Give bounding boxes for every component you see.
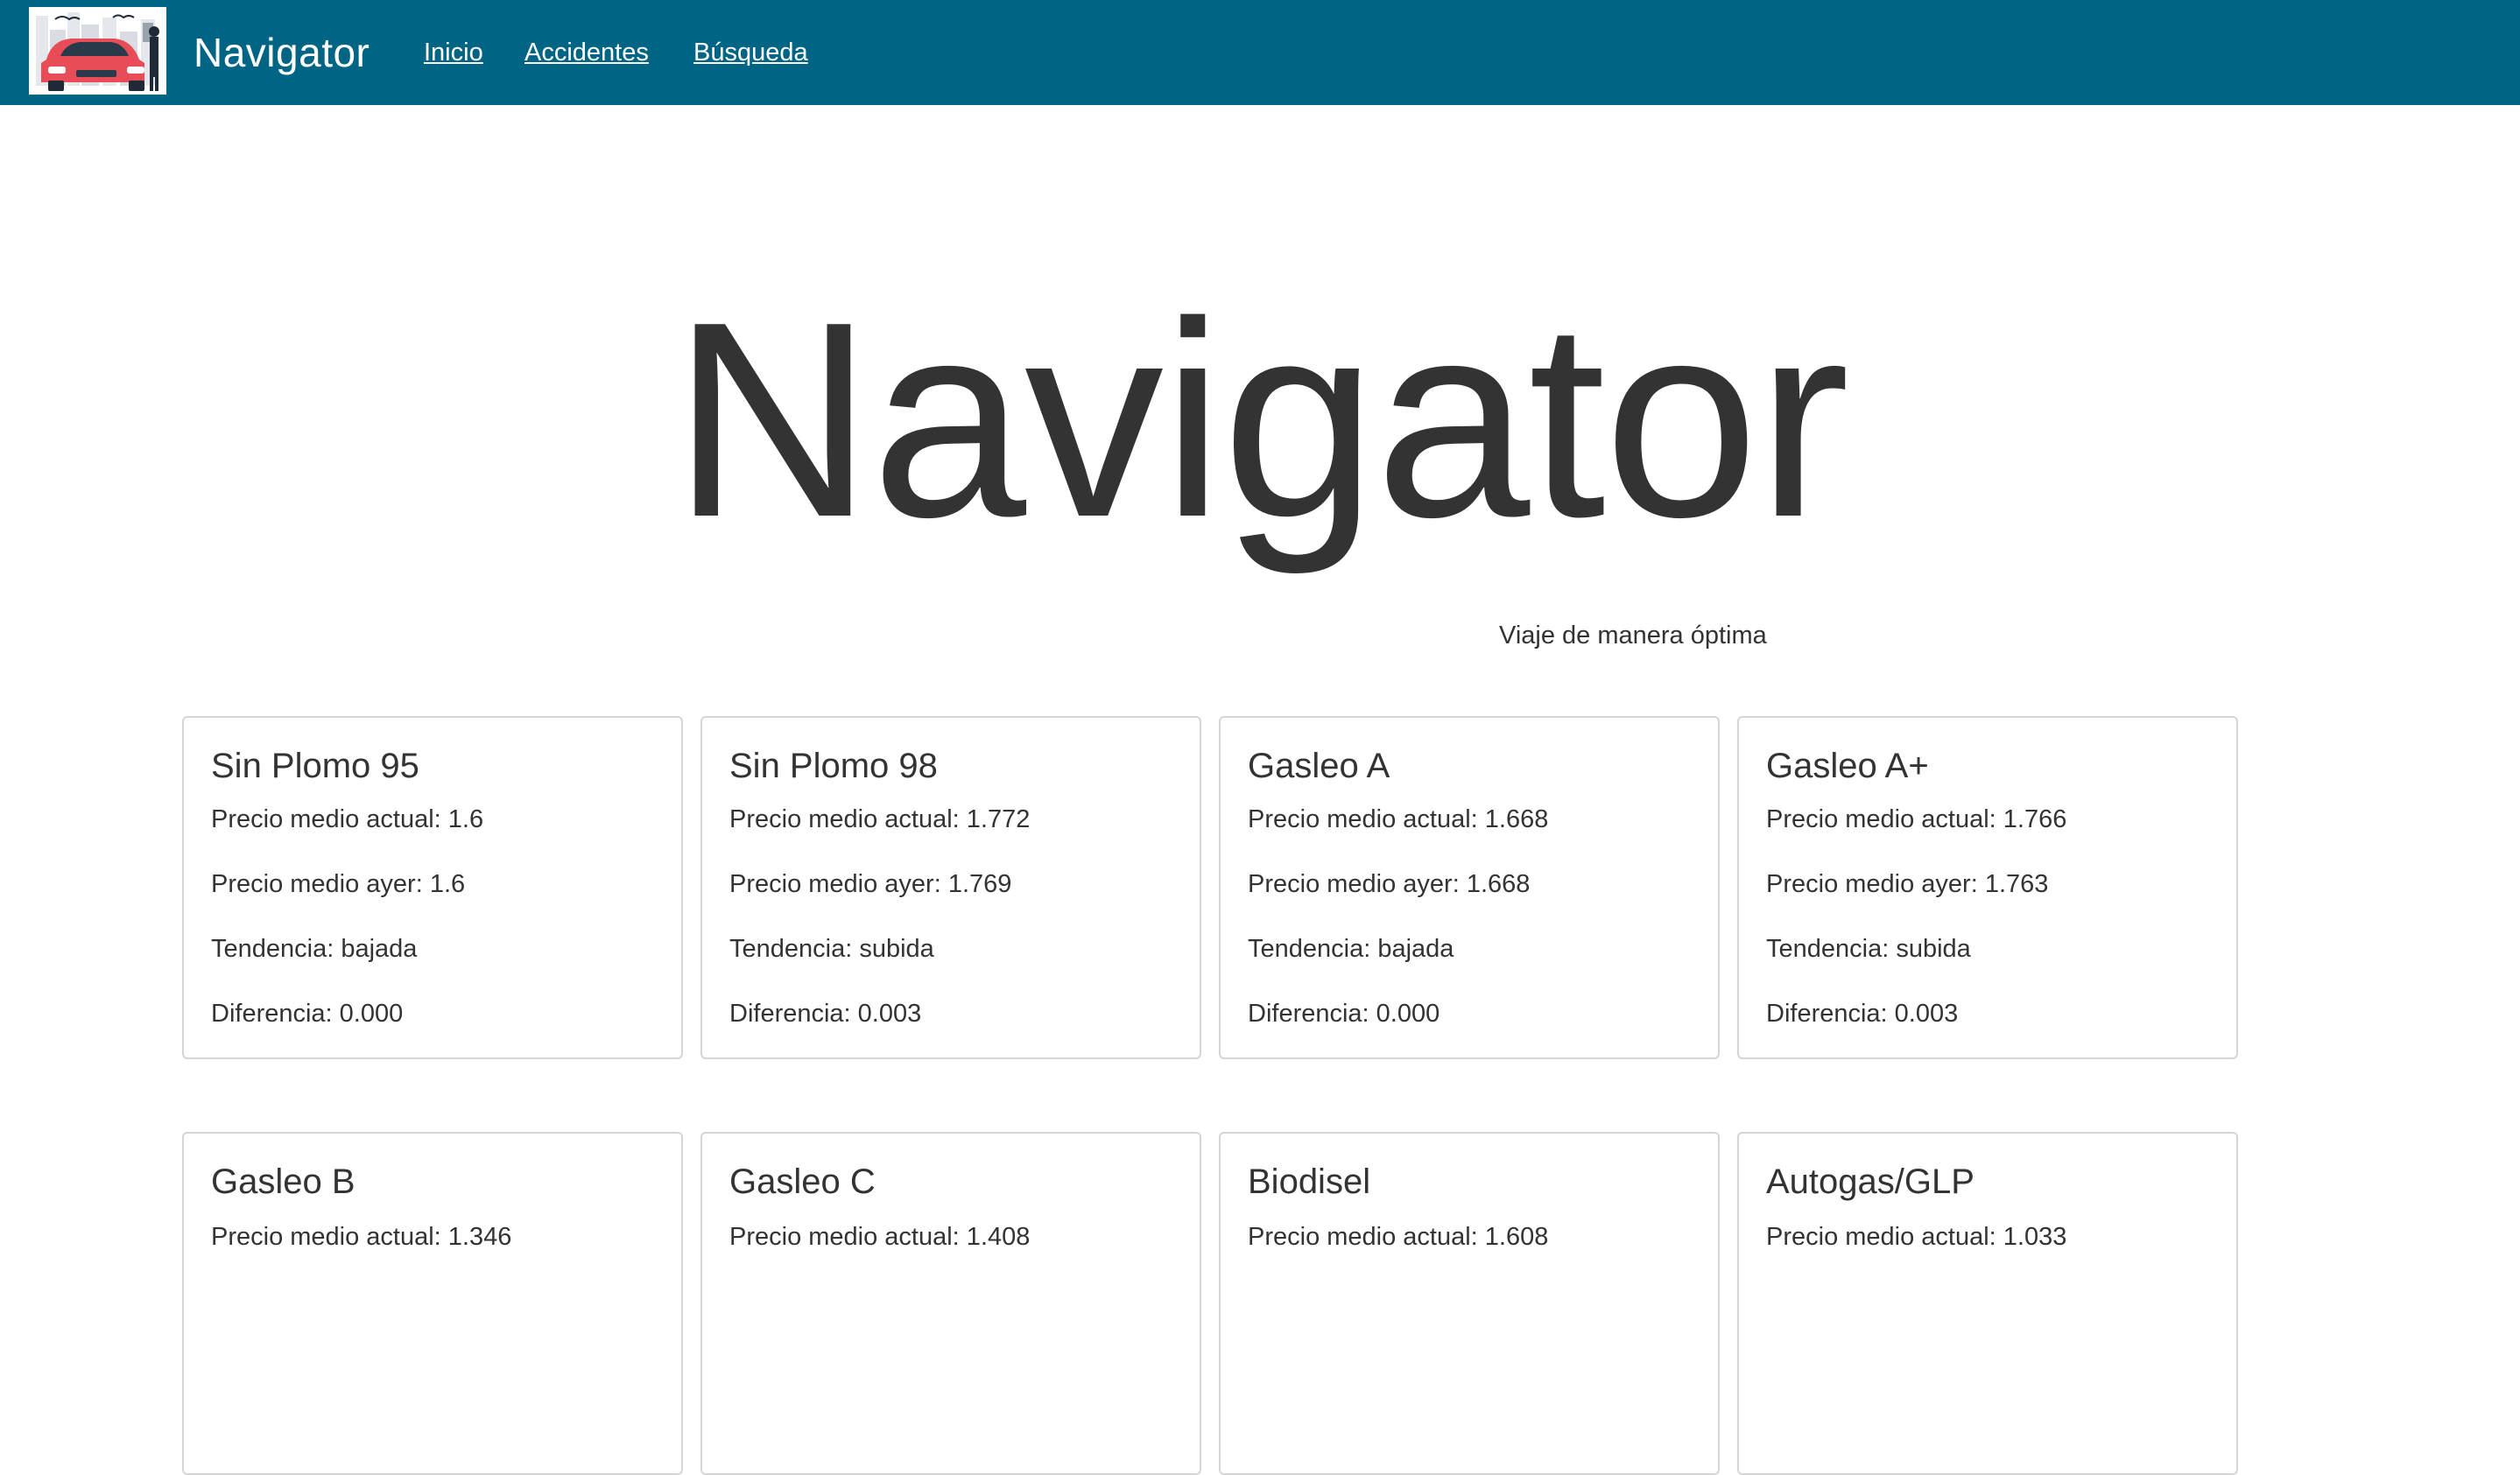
card-title: Gasleo A [1248, 747, 1390, 785]
card-title: Gasleo A+ [1766, 747, 1929, 785]
current-price: Precio medio actual: 1.766 [1766, 805, 2067, 833]
trend: Tendencia: subida [1766, 935, 1971, 963]
fuel-card-gasleo-c: Gasleo C Precio medio actual: 1.408 [700, 1132, 1201, 1475]
yesterday-price: Precio medio ayer: 1.769 [729, 870, 1012, 898]
current-price: Precio medio actual: 1.772 [729, 805, 1031, 833]
fuel-card-autogas-glp: Autogas/GLP Precio medio actual: 1.033 [1737, 1132, 2238, 1475]
current-price: Precio medio actual: 1.668 [1248, 805, 1549, 833]
difference: Diferencia: 0.000 [211, 1000, 404, 1028]
card-title: Gasleo B [211, 1162, 355, 1201]
fuel-card-biodisel: Biodisel Precio medio actual: 1.608 [1219, 1132, 1720, 1475]
nav-link-inicio[interactable]: Inicio [424, 35, 483, 70]
trend: Tendencia: bajada [1248, 935, 1454, 963]
card-title: Gasleo C [729, 1162, 876, 1201]
trend: Tendencia: subida [729, 935, 934, 963]
fuel-card-gasleo-b: Gasleo B Precio medio actual: 1.346 [182, 1132, 683, 1475]
yesterday-price: Precio medio ayer: 1.763 [1766, 870, 2049, 898]
current-price: Precio medio actual: 1.408 [729, 1223, 1031, 1251]
fuel-card-sin-plomo-95: Sin Plomo 95 Precio medio actual: 1.6 Pr… [182, 716, 683, 1059]
difference: Diferencia: 0.000 [1248, 1000, 1440, 1028]
fuel-card-gasleo-a-plus: Gasleo A+ Precio medio actual: 1.766 Pre… [1737, 716, 2238, 1059]
yesterday-price: Precio medio ayer: 1.668 [1248, 870, 1531, 898]
current-price: Precio medio actual: 1.033 [1766, 1223, 2067, 1251]
trend: Tendencia: bajada [211, 935, 418, 963]
nav-link-accidentes[interactable]: Accidentes [524, 35, 649, 70]
hero-title: Navigator [672, 264, 1850, 575]
card-title: Sin Plomo 95 [211, 747, 419, 785]
navbar: Navigator Inicio Accidentes Búsqueda [0, 0, 2520, 105]
difference: Diferencia: 0.003 [729, 1000, 922, 1028]
nav-link-busqueda[interactable]: Búsqueda [693, 35, 808, 70]
difference: Diferencia: 0.003 [1766, 1000, 1959, 1028]
fuel-card-gasleo-a: Gasleo A Precio medio actual: 1.668 Prec… [1219, 716, 1720, 1059]
card-title: Biodisel [1248, 1162, 1371, 1201]
card-title: Sin Plomo 98 [729, 747, 938, 785]
brand-title[interactable]: Navigator [194, 25, 370, 81]
yesterday-price: Precio medio ayer: 1.6 [211, 870, 466, 898]
current-price: Precio medio actual: 1.608 [1248, 1223, 1549, 1251]
card-title: Autogas/GLP [1766, 1162, 1974, 1201]
current-price: Precio medio actual: 1.6 [211, 805, 484, 833]
fuel-card-sin-plomo-98: Sin Plomo 98 Precio medio actual: 1.772 … [700, 716, 1201, 1059]
hero-subtitle: Viaje de manera óptima [1499, 622, 1767, 650]
car-city-logo-icon[interactable] [29, 7, 166, 95]
current-price: Precio medio actual: 1.346 [211, 1223, 512, 1251]
